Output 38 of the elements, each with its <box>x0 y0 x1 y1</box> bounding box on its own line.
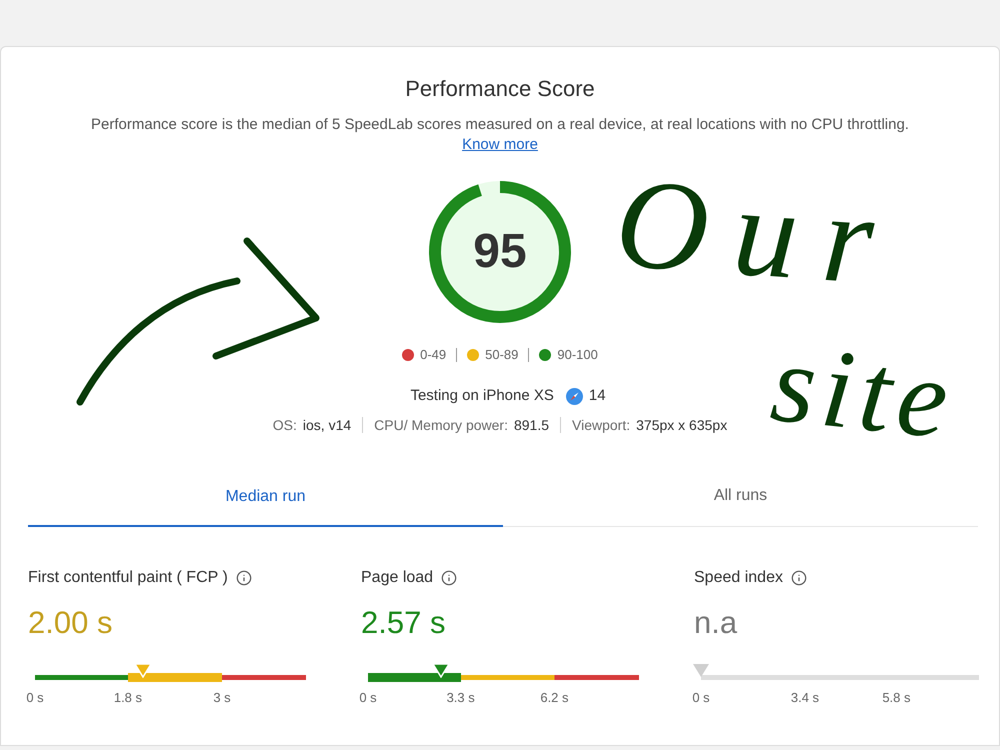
tick-label: 3.3 s <box>446 690 475 706</box>
spec-value: ios, v14 <box>302 416 352 434</box>
device-text: Testing on iPhone XS <box>410 386 554 406</box>
legend-label: 0-49 <box>420 346 446 364</box>
metric-value: n.a <box>694 604 738 642</box>
metric-label: First contentful paint ( FCP ) <box>28 568 228 588</box>
description-text: Performance score is the median of 5 SpeedLab scores measured on a real device, at real locations with no CPU throttling. <box>91 115 909 135</box>
spec-value: 375px x 635px <box>636 416 728 435</box>
score-value: 95 <box>473 228 527 276</box>
spec-label: Viewport: <box>572 416 630 435</box>
tab[interactable]: All runs <box>503 486 978 526</box>
compass-icon <box>566 388 583 404</box>
tick-label: 6.2 s <box>540 690 569 706</box>
tick-label: 1.8 s <box>114 690 142 706</box>
metric-value: 2.00 s <box>28 604 112 642</box>
know-more-link[interactable]: Know more <box>462 135 538 155</box>
spec-label: CPU/ Memory power: <box>374 416 508 435</box>
tick-label: 0 s <box>359 690 377 706</box>
tick-label: 0 s <box>26 690 44 706</box>
tick-label: 5.8 s <box>882 690 911 706</box>
info-icon[interactable] <box>236 570 252 586</box>
spec-value: 891.5 <box>514 416 550 434</box>
handwritten-note: site <box>766 326 960 458</box>
legend-label: 50-89 <box>485 346 518 364</box>
legend-label: 90-100 <box>557 346 598 364</box>
browser-version: 14 <box>588 386 606 406</box>
metric-label: Speed index <box>694 568 783 588</box>
info-icon[interactable] <box>790 570 807 586</box>
tick-label: 3 s <box>213 690 231 706</box>
tick-label: 0 s <box>692 690 710 706</box>
page-title: Performance Score <box>405 75 595 103</box>
metric-value: 2.57 s <box>361 604 446 642</box>
tick-label: 3.4 s <box>790 690 820 706</box>
handwritten-note: Our <box>612 158 904 306</box>
spec-label: OS: <box>272 416 297 434</box>
info-icon[interactable] <box>441 570 458 586</box>
tab[interactable]: Median run <box>28 486 503 527</box>
metric-label: Page load <box>361 568 434 588</box>
